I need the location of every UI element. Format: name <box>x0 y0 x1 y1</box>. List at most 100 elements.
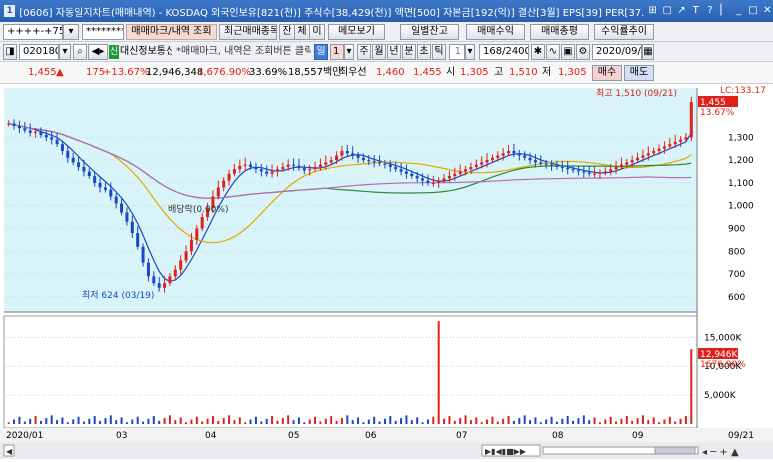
gear-icon[interactable]: ⚙ <box>576 44 590 60</box>
candle-body <box>93 176 97 183</box>
volume-panel[interactable] <box>3 315 698 429</box>
candle-body <box>222 180 226 188</box>
period-week-button[interactable]: 주 <box>357 44 371 60</box>
volume-bar <box>539 422 542 424</box>
minimize-button[interactable]: _ <box>733 5 744 17</box>
volume-bar <box>421 422 424 424</box>
candle-body <box>157 283 161 288</box>
tick-number-input[interactable]: 1 <box>449 44 465 60</box>
account-dropdown-icon[interactable]: ▾ <box>63 24 79 40</box>
candle-body <box>555 165 559 167</box>
volume-bar <box>615 421 618 424</box>
yield-trend-button[interactable]: 수익률추이 <box>594 24 654 40</box>
trade-mark-query-button[interactable]: 매매마크/내역 조회 <box>126 24 217 40</box>
period-minute-button[interactable]: 분 <box>402 44 416 60</box>
candle-body <box>533 160 537 163</box>
volume-tick-label: 5,000K <box>704 391 737 401</box>
candle-body <box>179 260 183 270</box>
candle-body <box>28 130 32 133</box>
date-input[interactable]: 2020/09/21 <box>592 44 642 60</box>
account-input[interactable]: ++++-+75 <box>3 24 63 40</box>
candle-body <box>324 162 328 165</box>
code-dropdown-icon[interactable]: ▾ <box>59 44 71 60</box>
close-button[interactable]: ✕ <box>762 5 773 17</box>
candle-body <box>367 160 371 162</box>
candle-body <box>609 169 613 172</box>
price-panel[interactable] <box>4 88 697 312</box>
stock-toolbar: ◨ 020180 ▾ ⌕ ◀▸ 신 대신정보통신 *매매마크, 내역은 조회버튼… <box>0 42 773 62</box>
daily-balance-button[interactable]: 일별잔고 <box>400 24 459 40</box>
unfilled-button[interactable]: 미 <box>309 24 325 40</box>
line-tool-icon[interactable]: ∿ <box>546 44 560 60</box>
volume-bar <box>152 416 155 424</box>
period-year-button[interactable]: 년 <box>387 44 401 60</box>
font-icon[interactable]: T <box>690 5 701 17</box>
candle-body <box>335 155 339 161</box>
volume-bar <box>66 422 69 424</box>
scroll-thumb[interactable] <box>654 446 696 455</box>
volume-bar <box>287 415 290 424</box>
settings-icon[interactable]: ✱ <box>531 44 545 60</box>
maximize-button[interactable]: □ <box>747 5 758 17</box>
chart-menu-icon[interactable]: ◨ <box>3 44 17 60</box>
volume-bar <box>238 417 241 424</box>
stock-code-input[interactable]: 020180 <box>19 44 59 60</box>
separator-icon: ▏ <box>720 5 729 16</box>
candle-body <box>501 153 505 156</box>
count-input[interactable]: 168/2400 <box>479 44 529 60</box>
volume-bar <box>314 416 317 424</box>
balance-button[interactable]: 잔 <box>279 24 295 40</box>
y-tick-label: 800 <box>728 247 745 257</box>
candle-body <box>313 166 317 170</box>
period-day-button[interactable]: 일 <box>314 44 328 60</box>
memo-button[interactable]: 메모보기 <box>328 24 385 40</box>
volume-bar <box>534 417 537 424</box>
execution-button[interactable]: 체 <box>294 24 310 40</box>
link-icon[interactable]: ↗ <box>676 5 687 17</box>
volume-bar <box>206 418 209 424</box>
volume-bar <box>233 420 236 424</box>
chart-area[interactable]: 1,300 1,200 1,100 1,000 900 800 700 600 15,000K 1… <box>0 84 773 459</box>
period-tick-button[interactable]: 틱 <box>432 44 446 60</box>
sound-icon[interactable]: ◀▸ <box>88 44 108 60</box>
volume-pct-tag: 1676.90% <box>700 360 746 370</box>
recent-trades-button[interactable]: 최근매매종목 <box>219 24 277 40</box>
volume-bar <box>400 418 403 424</box>
volume-bar <box>142 421 145 424</box>
volume-bar <box>34 416 37 424</box>
candle-body <box>120 203 124 213</box>
volume-bar <box>39 420 42 424</box>
restore-icon[interactable]: ▢ <box>661 5 672 17</box>
candle-body <box>345 150 349 154</box>
volume-bar <box>469 420 472 424</box>
period-dropdown-icon[interactable]: ▾ <box>344 44 354 60</box>
save-icon[interactable]: ▣ <box>561 44 575 60</box>
tick-dropdown-icon[interactable]: ▾ <box>465 44 475 60</box>
calendar-icon[interactable]: ▦ <box>642 44 654 60</box>
volume-bar <box>518 418 521 424</box>
period-number-input[interactable]: 1 <box>330 44 344 60</box>
volume-bar <box>625 416 628 424</box>
candle-body <box>71 157 75 163</box>
quote-bar: 1,455 ▲ 175 +13.67% 12,946,348 1,676.90%… <box>0 62 773 84</box>
period-second-button[interactable]: 초 <box>417 44 431 60</box>
candle-body <box>23 128 27 131</box>
period-month-button[interactable]: 월 <box>372 44 386 60</box>
volume-bar <box>93 416 96 424</box>
volume-bar <box>416 417 419 424</box>
volume-bar <box>459 418 462 424</box>
zoom-controls[interactable]: ◂ ─ + ▲ <box>702 447 739 458</box>
help-icon[interactable]: ? <box>704 5 715 17</box>
trade-profit-button[interactable]: 매매수익 <box>466 24 525 40</box>
candle-body <box>415 176 419 179</box>
sell-button[interactable]: 매도 <box>624 65 654 81</box>
price-chart[interactable]: 1,300 1,200 1,100 1,000 900 800 700 600 15,000K 1… <box>0 84 773 459</box>
volume-bar <box>276 420 279 424</box>
search-icon[interactable]: ⌕ <box>73 44 87 60</box>
password-input[interactable]: ******** <box>82 24 124 40</box>
app-icon: 1 <box>4 5 16 17</box>
pin-icon[interactable]: ⊞ <box>647 5 658 17</box>
buy-button[interactable]: 매수 <box>592 65 622 81</box>
volume-bar <box>211 416 214 424</box>
trade-summary-button[interactable]: 매매총평 <box>530 24 589 40</box>
